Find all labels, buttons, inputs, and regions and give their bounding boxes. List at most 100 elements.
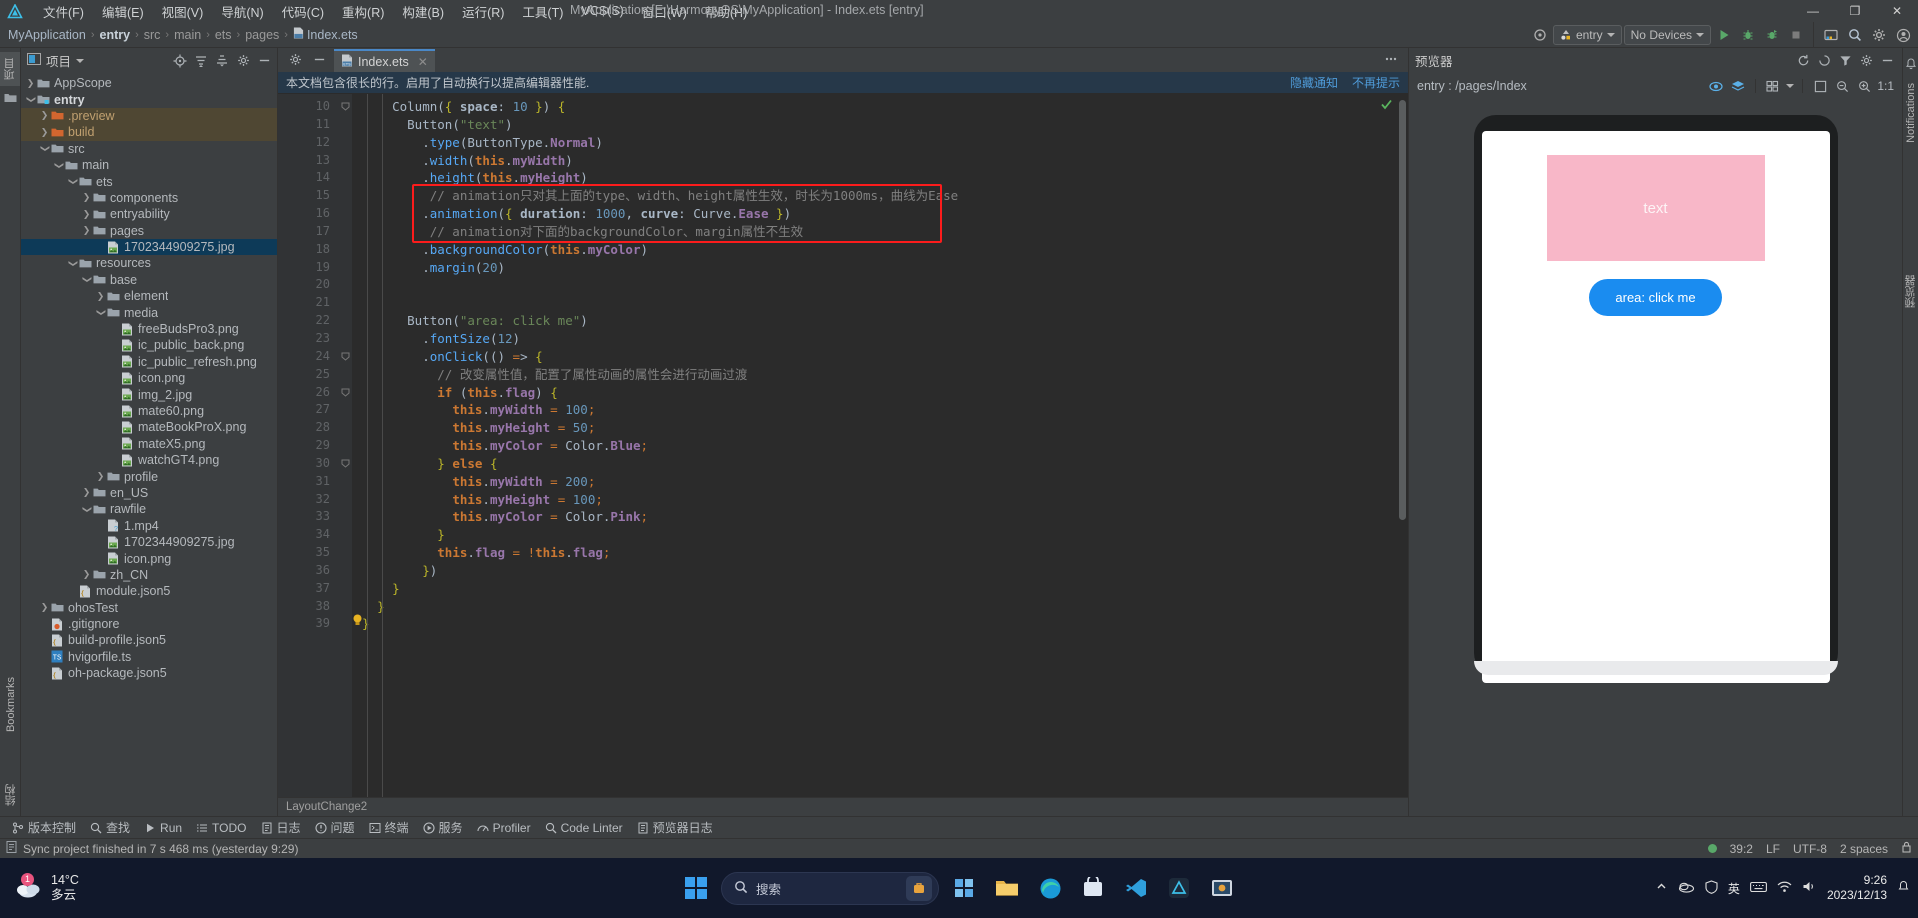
code-line[interactable]: }) — [362, 562, 1408, 580]
editor-more-icon[interactable] — [1382, 50, 1400, 68]
previewer-zoom-level[interactable]: 1:1 — [1877, 79, 1894, 93]
code-line[interactable] — [362, 294, 1408, 312]
tree-node-ic-public-back-png[interactable]: ic_public_back.png — [21, 337, 277, 353]
tree-node-entry[interactable]: ❯ entry — [21, 91, 277, 107]
previewer-layers-icon[interactable] — [1729, 77, 1747, 95]
code-line[interactable]: .height(this.myHeight) — [362, 169, 1408, 187]
tree-node-icon-png[interactable]: icon.png — [21, 370, 277, 386]
code-line[interactable]: .backgroundColor(this.myColor) — [362, 241, 1408, 259]
tree-node--preview[interactable]: ❯ .preview — [21, 107, 277, 125]
fold-expanded-icon[interactable] — [338, 348, 352, 366]
tree-node-profile[interactable]: ❯ profile — [21, 468, 277, 484]
chevron-down-icon[interactable]: ❯ — [81, 274, 92, 285]
chevron-down-icon[interactable]: ❯ — [67, 176, 78, 187]
code-line[interactable]: // animation对下面的backgroundColor、margin属性… — [362, 223, 1408, 241]
chevron-right-icon[interactable]: ❯ — [81, 569, 92, 580]
taskbar-app-store[interactable] — [1075, 870, 1111, 906]
tree-node-matebookprox-png[interactable]: mateBookProX.png — [21, 419, 277, 435]
code-line[interactable]: // 改变属性值，配置了属性动画的属性会进行动画过渡 — [362, 366, 1408, 384]
notification-link-0[interactable]: 隐藏通知 — [1290, 74, 1338, 91]
tree-node-rawfile[interactable]: ❯ rawfile — [21, 501, 277, 517]
tree-node-src[interactable]: ❯ src — [21, 141, 277, 157]
tray-expand-icon[interactable] — [1655, 880, 1668, 896]
editor-scrollbar[interactable] — [1396, 94, 1408, 797]
previewer-zoom-out-icon[interactable] — [1833, 77, 1851, 95]
sidebar-tab-structure[interactable]: 结构 — [1, 778, 21, 812]
notification-link-1[interactable]: 不再提示 — [1352, 74, 1400, 91]
settings-gear-icon[interactable] — [1868, 25, 1890, 45]
device-screen[interactable]: text area: click me — [1481, 131, 1830, 683]
chevron-right-icon[interactable]: ❯ — [95, 471, 106, 482]
tree-node-ic-public-refresh-png[interactable]: ic_public_refresh.png — [21, 354, 277, 370]
preview-text-button[interactable]: text — [1546, 155, 1765, 261]
tray-keyboard-icon[interactable] — [1749, 881, 1767, 896]
tree-node-1702344909275-jpg[interactable]: 1702344909275.jpg — [21, 534, 277, 550]
tool-version-control[interactable]: 版本控制 — [6, 817, 82, 838]
minimize-button[interactable]: — — [1792, 0, 1834, 22]
indent-setting[interactable]: 2 spaces — [1840, 842, 1888, 856]
collapse-all-icon[interactable] — [213, 52, 231, 70]
tree-node-components[interactable]: ❯ components — [21, 190, 277, 206]
tree-node--gitignore[interactable]: .gitignore — [21, 616, 277, 632]
chevron-right-icon[interactable]: ❯ — [81, 209, 92, 220]
caret-position[interactable]: 39:2 — [1730, 842, 1753, 856]
previewer-rotate-icon[interactable] — [1815, 52, 1833, 70]
previewer-filter-icon[interactable] — [1836, 52, 1854, 70]
breadcrumb-item-index-ets[interactable]: Index.ets — [307, 28, 358, 42]
code-line[interactable]: this.myColor = Color.Pink; — [362, 508, 1408, 526]
tree-node-watchgt4-png[interactable]: watchGT4.png — [21, 452, 277, 468]
taskbar-app-widgets[interactable] — [946, 870, 982, 906]
code-line[interactable] — [362, 276, 1408, 294]
tool-log[interactable]: 日志 — [255, 817, 307, 838]
code-editor[interactable]: 10 11 12 13 14 15 16 17 18 19 20 21 22 23 24 25 26 27 28 29… — [278, 94, 1408, 797]
tool-previewer-log[interactable]: 预览器日志 — [631, 817, 719, 838]
debug-button[interactable] — [1737, 25, 1759, 45]
code-line[interactable]: this.myWidth = 100; — [362, 401, 1408, 419]
file-encoding[interactable]: UTF-8 — [1793, 842, 1827, 856]
tree-node-module-json5[interactable]: module.json5 — [21, 583, 277, 599]
menu-view[interactable]: 视图(V) — [153, 0, 213, 23]
tree-node-zh-cn[interactable]: ❯ zh_CN — [21, 567, 277, 583]
menu-code[interactable]: 代码(C) — [273, 0, 333, 23]
chevron-down-icon[interactable]: ❯ — [53, 160, 64, 171]
chevron-down-icon[interactable]: ❯ — [25, 94, 36, 105]
folder-icon[interactable] — [2, 89, 19, 106]
code-line[interactable]: this.myWidth = 200; — [362, 473, 1408, 491]
fold-expanded-icon[interactable] — [338, 98, 352, 116]
menu-tools[interactable]: 工具(T) — [513, 0, 572, 23]
taskbar-app-edge[interactable] — [1032, 870, 1068, 906]
fold-expanded-icon[interactable] — [338, 384, 352, 402]
tree-node-oh-package-json5[interactable]: oh-package.json5 — [21, 665, 277, 681]
code-content[interactable]: Column({ space: 10 }) { Button("text") .… — [352, 94, 1408, 797]
sidebar-tab-bookmarks[interactable]: Bookmarks — [3, 671, 19, 738]
device-selector[interactable]: No Devices — [1623, 25, 1711, 45]
tree-node-build-profile-json5[interactable]: build-profile.json5 — [21, 632, 277, 648]
expand-all-icon[interactable] — [192, 52, 210, 70]
tray-onedrive-icon[interactable] — [1678, 880, 1695, 896]
stop-button[interactable] — [1785, 25, 1807, 45]
close-button[interactable]: ✕ — [1876, 0, 1918, 22]
tree-node-ohostest[interactable]: ❯ ohosTest — [21, 600, 277, 616]
previewer-settings-icon[interactable] — [1857, 52, 1875, 70]
tree-node-resources[interactable]: ❯ resources — [21, 255, 277, 271]
maximize-button[interactable]: ❐ — [1834, 0, 1876, 22]
search-icon[interactable] — [1844, 25, 1866, 45]
breadcrumb-item-pages[interactable]: pages — [245, 28, 279, 42]
chevron-down-icon[interactable]: ❯ — [81, 504, 92, 515]
previewer-grid-icon[interactable] — [1764, 77, 1782, 95]
chevron-right-icon[interactable]: ❯ — [81, 225, 92, 236]
code-line[interactable]: if (this.flag) { — [362, 384, 1408, 402]
tree-node-build[interactable]: ❯ build — [21, 124, 277, 141]
tree-node-base[interactable]: ❯ base — [21, 272, 277, 288]
copilot-icon[interactable] — [906, 875, 932, 901]
code-line[interactable]: // animation只对其上面的type、width、height属性生效，… — [362, 187, 1408, 205]
taskbar-app-file-explorer[interactable] — [989, 870, 1025, 906]
tool-terminal[interactable]: 终端 — [363, 817, 415, 838]
tree-node-entryability[interactable]: ❯ entryability — [21, 206, 277, 222]
tool-problems[interactable]: 问题 — [309, 817, 361, 838]
tree-node-1-mp4[interactable]: ? 1.mp4 — [21, 518, 277, 534]
account-icon[interactable] — [1892, 25, 1914, 45]
device-manager-icon[interactable] — [1820, 25, 1842, 45]
previewer-hide-icon[interactable] — [1878, 52, 1896, 70]
menu-file[interactable]: 文件(F) — [34, 0, 93, 23]
